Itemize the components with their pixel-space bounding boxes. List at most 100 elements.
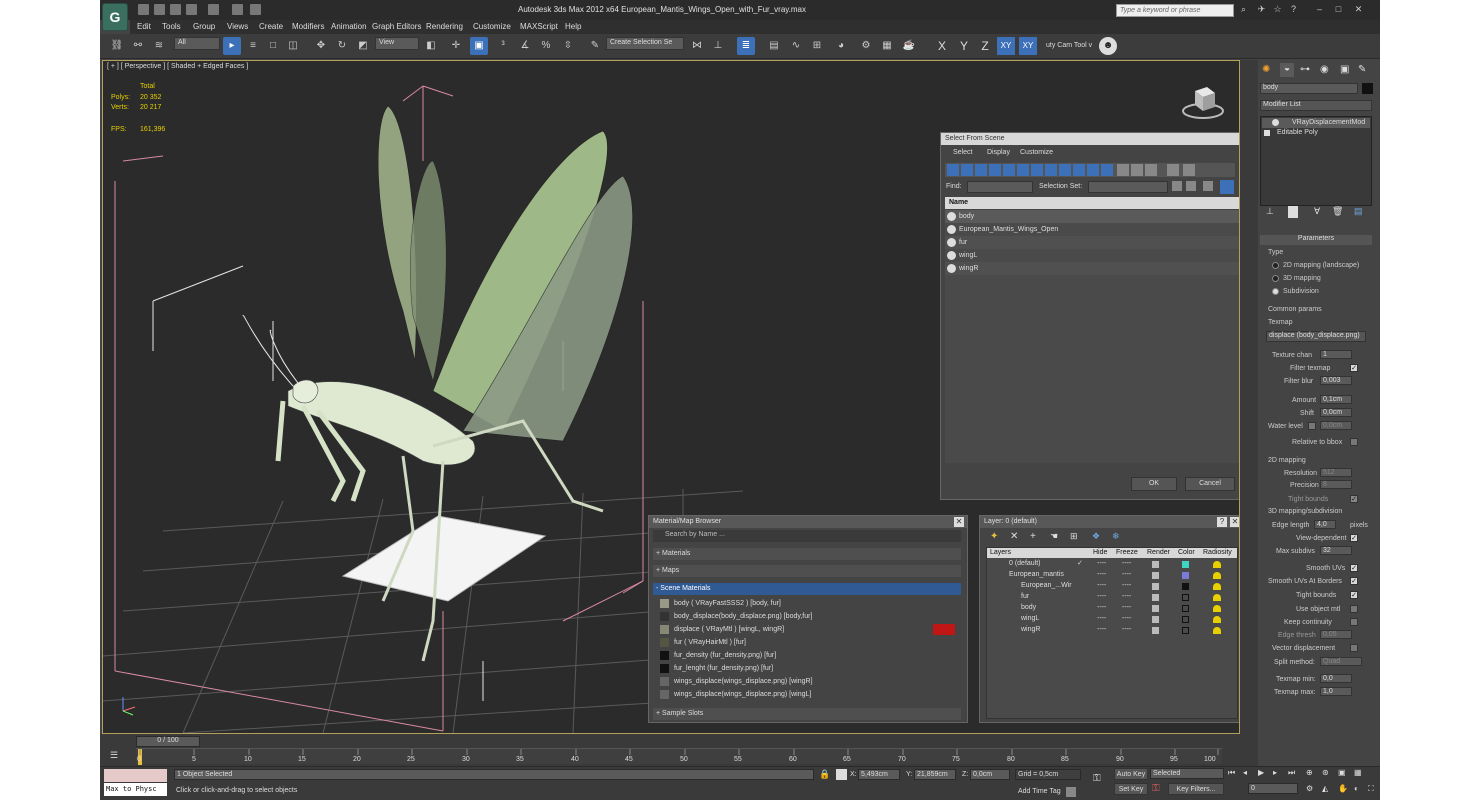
display-cameras-icon[interactable] [989,164,1001,176]
close-button[interactable]: ✕ [1352,4,1365,15]
tight-bounds-3d-checkbox[interactable]: ✓ [1350,591,1358,599]
pivot-center-icon[interactable]: ◧ [422,37,440,55]
filter-texmap-checkbox[interactable]: ✓ [1350,364,1358,372]
time-slider[interactable]: 0 / 100 [136,736,200,747]
stack-item[interactable]: VRayDisplacementMod [1262,118,1370,128]
rendered-frame-window-icon[interactable]: ▦ [878,37,896,55]
align-icon[interactable]: ⊥ [709,37,727,55]
selection-set-dropdown[interactable] [1088,181,1168,193]
play-icon[interactable]: ▶ [1258,768,1268,779]
material-editor-icon[interactable]: ◕ [832,37,850,55]
key-mode-icon[interactable]: ⚿ [1093,773,1107,784]
subscription-icon[interactable]: ✈ [1255,4,1268,15]
display-none-icon[interactable] [1131,164,1143,176]
menu-views[interactable]: Views [227,22,248,31]
texmap-min-input[interactable]: 0,0 [1320,674,1352,683]
col-render[interactable]: Render [1147,549,1170,556]
layer-color-swatch[interactable] [1182,605,1189,612]
display-all-icon[interactable] [1117,164,1129,176]
table-row[interactable]: European_...Wir ---- ---- [987,581,1237,592]
render-teapot-icon[interactable] [1152,605,1159,612]
relative-bbox-checkbox[interactable] [1350,438,1358,446]
key-selection-dropdown[interactable]: Selected [1150,768,1224,779]
zoom-extents-all-icon[interactable]: ▦ [1354,768,1364,779]
current-layer-check-icon[interactable]: ✓ [1077,559,1083,567]
list-item[interactable]: wingR [945,262,1239,275]
object-name-field[interactable]: body [1260,83,1358,94]
texmap-button[interactable]: displace (body_displace.png) [1266,331,1366,342]
zoom-all-icon[interactable]: ⊛ [1322,768,1332,779]
menu-modifiers[interactable]: Modifiers [292,22,324,31]
edge-length-input[interactable]: 4,0 [1314,520,1336,529]
table-row[interactable]: body ---- ---- [987,603,1237,614]
window-crossing-icon[interactable]: ◫ [284,37,302,55]
new-file-icon[interactable] [138,4,149,15]
radio-3d-mapping[interactable] [1272,275,1279,282]
display-shapes-icon[interactable] [961,164,973,176]
layer-color-swatch[interactable] [1182,572,1189,579]
help-icon[interactable]: ? [1287,4,1300,15]
radiosity-icon[interactable] [1213,572,1221,579]
display-bones-icon[interactable] [1059,164,1071,176]
group-maps[interactable]: + Maps [653,565,961,577]
freeze-toggle[interactable]: ---- [1122,560,1131,567]
radio-2d-mapping[interactable] [1272,262,1279,269]
menu-edit[interactable]: Edit [137,22,151,31]
hide-toggle[interactable]: ---- [1097,571,1106,578]
hierarchy-tab-icon[interactable]: ⊶ [1300,64,1312,76]
undo-icon[interactable] [186,4,197,15]
select-by-name-icon[interactable]: ≡ [244,37,262,55]
sfs-menu-select[interactable]: Select [953,149,972,156]
close-icon[interactable]: ✕ [1230,517,1239,527]
z-coordinate-input[interactable]: 0,0cm [970,769,1010,780]
resolution-input[interactable]: 512 [1320,468,1352,477]
mirror-icon[interactable]: ⋈ [688,37,706,55]
link-icon[interactable]: ⛓ [108,37,126,55]
hide-all-layers-icon[interactable]: ❖ [1092,531,1104,543]
group-materials[interactable]: + Materials [653,548,961,560]
remove-modifier-icon[interactable]: 🗑 [1332,206,1343,218]
render-teapot-icon[interactable] [1152,572,1159,579]
auto-key-button[interactable]: Auto Key [1114,768,1148,780]
ok-button[interactable]: OK [1131,477,1177,491]
layer-color-swatch[interactable] [1182,594,1189,601]
view-dependent-checkbox[interactable]: ✓ [1350,534,1358,542]
list-item[interactable]: fur [945,236,1239,249]
spinner-snap-icon[interactable]: ⇳ [559,37,577,55]
curve-editor-icon[interactable]: ∿ [787,37,805,55]
schematic-view-icon[interactable]: ⊞ [808,37,826,55]
orbit-icon[interactable]: ◐ [1354,784,1364,795]
select-subtree-icon[interactable] [1172,181,1182,191]
perspective-viewport[interactable]: [ + ] [ Perspective ] [ Shaded + Edged F… [102,60,1240,734]
layer-color-swatch[interactable] [1182,583,1189,590]
quick-access-dropdown-icon[interactable] [250,4,261,15]
display-hidden-icon[interactable] [1101,164,1113,176]
absolute-mode-icon[interactable] [836,769,847,780]
close-icon[interactable]: ✕ [954,517,964,527]
cam-tool-label[interactable]: uty Cam Tool v [1046,42,1092,49]
list-item[interactable]: fur_lenght (fur_density.png) [fur] [657,662,957,675]
axis-z-button[interactable]: Z [976,37,994,55]
filter-blur-input[interactable]: 0,003 [1320,376,1352,385]
zoom-extents-icon[interactable]: ▣ [1338,768,1348,779]
list-item[interactable]: wings_displace(wings_displace.png) [wing… [657,675,957,688]
list-item[interactable]: body [945,210,1239,223]
radiosity-icon[interactable] [1213,583,1221,590]
max-subdivs-input[interactable]: 32 [1320,546,1352,555]
col-radiosity[interactable]: Radiosity [1203,549,1232,556]
hide-toggle[interactable]: ---- [1097,593,1106,600]
goto-end-icon[interactable]: ⏭ [1288,768,1298,779]
bind-space-warp-icon[interactable]: ≋ [150,37,168,55]
menu-group[interactable]: Group [193,22,215,31]
keyboard-shortcut-override-icon[interactable]: ▣ [470,37,488,55]
list-item[interactable]: fur_density (fur_density.png) [fur] [657,649,957,662]
render-setup-icon[interactable]: ⚙ [857,37,875,55]
add-time-tag-label[interactable]: Add Time Tag [1018,788,1061,795]
list-item[interactable]: wings_displace(wings_displace.png) [wing… [657,688,957,701]
table-row[interactable]: wingR ---- ---- [987,625,1237,636]
layer-manager-icon[interactable]: ≣ [737,37,755,55]
graphite-tools-icon[interactable]: ▤ [765,37,783,55]
display-xrefs-icon[interactable] [1045,164,1057,176]
radiosity-icon[interactable] [1213,627,1221,634]
water-level-checkbox[interactable] [1308,422,1316,430]
